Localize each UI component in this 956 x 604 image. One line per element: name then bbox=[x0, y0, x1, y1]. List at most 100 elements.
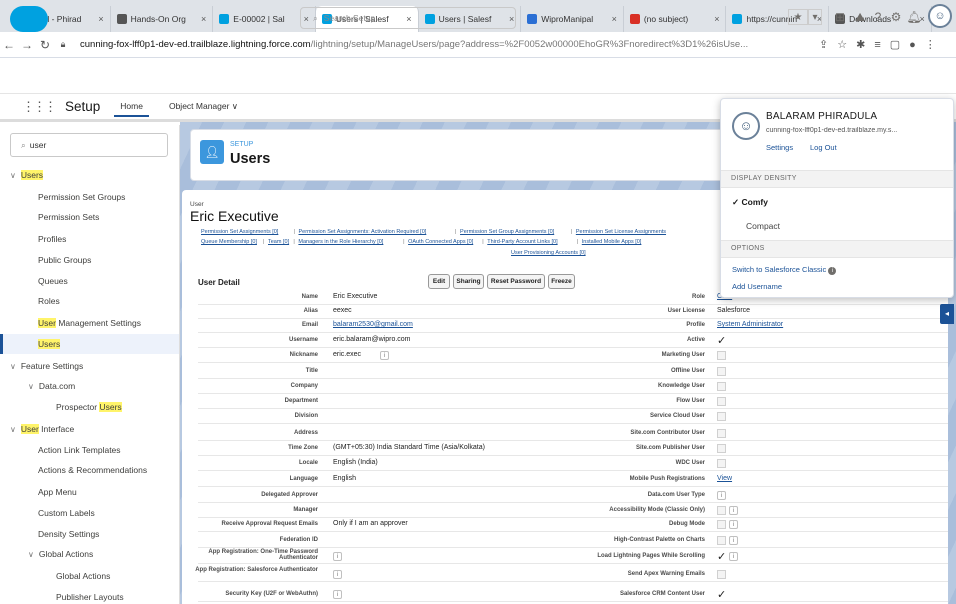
related-link[interactable]: Permission Set Assignments [0] bbox=[201, 229, 278, 235]
browser-tab[interactable]: (no subject) × bbox=[624, 6, 727, 32]
sidebar-item[interactable]: ∨ Users bbox=[10, 170, 44, 180]
sidebar-item-label: Custom Labels bbox=[38, 508, 95, 518]
user-avatar-button[interactable]: ☺ bbox=[928, 4, 952, 28]
density-compact-option[interactable]: Compact bbox=[746, 221, 780, 231]
reload-icon[interactable]: ↻ bbox=[36, 38, 54, 52]
favorites-star-icon[interactable]: ★ bbox=[788, 9, 808, 25]
close-icon[interactable]: × bbox=[714, 14, 719, 24]
related-link[interactable]: Permission Set License Assignments bbox=[576, 229, 666, 235]
search-setup-input[interactable]: ⌕ Search Setup bbox=[300, 7, 516, 29]
info-icon[interactable]: i bbox=[333, 570, 342, 579]
tab-home[interactable]: Home bbox=[114, 97, 149, 117]
sidebar-item[interactable]: Permission Sets bbox=[38, 212, 99, 222]
tab-title: WiproManipal bbox=[541, 14, 594, 24]
sidebar-item[interactable]: Users bbox=[38, 339, 61, 349]
sidebar-item[interactable]: Queues bbox=[38, 276, 68, 286]
sidebar-item[interactable]: Public Groups bbox=[38, 255, 91, 265]
field-label: Site.com Contributor User bbox=[630, 430, 705, 436]
field-value: English (India) bbox=[333, 459, 378, 466]
sidebar-item[interactable]: Publisher Layouts bbox=[56, 592, 124, 602]
logout-link[interactable]: Log Out bbox=[810, 143, 837, 152]
sidebar-item[interactable]: Permission Set Groups bbox=[38, 192, 125, 202]
related-link[interactable]: Queue Membership [0] bbox=[201, 239, 257, 245]
window-icon[interactable]: ▢ bbox=[890, 38, 900, 51]
utility-panel-toggle[interactable]: ◂ bbox=[940, 304, 954, 324]
sidebar-item[interactable]: Prospector Users bbox=[56, 402, 122, 412]
extension-icon[interactable]: ✱ bbox=[856, 38, 865, 51]
sidebar-item[interactable]: ∨ Global Actions bbox=[28, 549, 93, 559]
sidebar-item[interactable]: Action Link Templates bbox=[38, 445, 121, 455]
share-icon[interactable]: ⇪ bbox=[819, 38, 828, 51]
info-icon[interactable]: i bbox=[380, 351, 389, 360]
chevron-down-icon[interactable]: ∨ bbox=[10, 171, 16, 180]
add-icon[interactable]: ⊞ bbox=[832, 9, 848, 25]
related-link[interactable]: Team [0] bbox=[268, 239, 289, 245]
sidebar-item[interactable]: Custom Labels bbox=[38, 508, 95, 518]
browser-tab[interactable]: WiproManipal × bbox=[521, 6, 624, 32]
field-value[interactable]: System Administrator bbox=[717, 321, 783, 328]
back-icon[interactable]: ← bbox=[0, 38, 18, 52]
field-value[interactable]: View bbox=[717, 475, 732, 482]
info-icon[interactable]: i bbox=[717, 491, 726, 500]
edit-button[interactable]: Edit bbox=[428, 274, 450, 289]
field-label: Receive Approval Request Emails bbox=[221, 521, 318, 527]
trailhead-icon[interactable]: ⛰︎ bbox=[852, 9, 868, 25]
lock-icon: 🔒︎ bbox=[60, 39, 66, 49]
related-link[interactable]: Managers in the Role Hierarchy [0] bbox=[298, 239, 383, 245]
chevron-down-icon[interactable]: ∨ bbox=[28, 550, 34, 559]
app-launcher-icon[interactable]: ⋮⋮⋮ bbox=[22, 99, 57, 115]
add-username-link[interactable]: Add Username bbox=[732, 282, 782, 291]
tab-object-manager[interactable]: Object Manager ∨ bbox=[163, 97, 244, 116]
salesforce-logo-icon[interactable] bbox=[10, 6, 48, 32]
related-link[interactable]: Third-Party Account Links [0] bbox=[487, 239, 557, 245]
forward-icon[interactable]: → bbox=[18, 38, 36, 52]
sidebar-item[interactable]: User Management Settings bbox=[38, 318, 141, 328]
sidebar-item[interactable]: ∨ Data.com bbox=[28, 381, 75, 391]
density-comfy-option[interactable]: ✓ Comfy bbox=[732, 197, 768, 208]
chevron-down-icon[interactable]: ∨ bbox=[10, 362, 16, 371]
related-link[interactable]: Permission Set Assignments: Activation R… bbox=[299, 229, 427, 235]
related-link[interactable]: Installed Mobile Apps [0] bbox=[582, 239, 642, 245]
browser-tab[interactable]: Hands-On Org × bbox=[111, 6, 214, 32]
bell-icon[interactable]: 🔔︎ bbox=[906, 9, 922, 25]
related-link[interactable]: Permission Set Group Assignments [0] bbox=[460, 229, 554, 235]
sidebar-item[interactable]: ∨ User Interface bbox=[10, 424, 74, 434]
info-icon[interactable]: i bbox=[333, 590, 342, 599]
quick-find-input[interactable]: ⌕ user bbox=[10, 133, 168, 157]
sidebar-item[interactable]: Actions & Recommendations bbox=[38, 465, 147, 475]
related-link[interactable]: User Provisioning Accounts [0] bbox=[511, 250, 586, 256]
favorites-list-icon[interactable]: ▾ bbox=[808, 9, 822, 25]
settings-link[interactable]: Settings bbox=[766, 143, 793, 152]
info-icon[interactable]: i bbox=[729, 506, 738, 515]
sidebar-item[interactable]: ∨ Feature Settings bbox=[10, 361, 83, 371]
chevron-down-icon[interactable]: ∨ bbox=[10, 425, 16, 434]
reset-password-button[interactable]: Reset Password bbox=[487, 274, 545, 289]
more-icon[interactable]: ⋮ bbox=[925, 38, 936, 51]
sidebar-item[interactable]: Roles bbox=[38, 296, 60, 306]
info-icon[interactable]: i bbox=[729, 552, 738, 561]
info-icon[interactable]: i bbox=[729, 520, 738, 529]
close-icon[interactable]: × bbox=[98, 14, 103, 24]
info-icon[interactable]: i bbox=[333, 552, 342, 561]
switch-to-classic-link[interactable]: Switch to Salesforce Classic i bbox=[732, 265, 837, 275]
sidebar-item[interactable]: Density Settings bbox=[38, 529, 99, 539]
sharing-button[interactable]: Sharing bbox=[453, 274, 484, 289]
profile-icon[interactable]: ● bbox=[909, 39, 916, 51]
related-link[interactable]: OAuth Connected Apps [0] bbox=[408, 239, 473, 245]
info-icon[interactable]: i bbox=[729, 536, 738, 545]
help-icon[interactable]: ? bbox=[870, 9, 886, 25]
gear-icon[interactable]: ⚙︎ bbox=[888, 9, 904, 25]
freeze-button[interactable]: Freeze bbox=[548, 274, 575, 289]
sidebar-item[interactable]: App Menu bbox=[38, 487, 77, 497]
sidebar-item[interactable]: Global Actions bbox=[56, 571, 110, 581]
chevron-down-icon[interactable]: ∨ bbox=[28, 382, 34, 391]
list-icon[interactable]: ≡ bbox=[874, 39, 880, 51]
url-field[interactable]: cunning-fox-lff0p1-dev-ed.trailblaze.lig… bbox=[80, 39, 810, 50]
close-icon[interactable]: × bbox=[201, 14, 206, 24]
field-label: Delegated Approver bbox=[261, 492, 318, 498]
sidebar-item[interactable]: Profiles bbox=[38, 234, 66, 244]
star-icon[interactable]: ☆ bbox=[837, 38, 847, 51]
close-icon[interactable]: × bbox=[612, 14, 617, 24]
sidebar-item-highlight: User bbox=[20, 424, 39, 434]
field-value[interactable]: balaram2530@gmail.com bbox=[333, 321, 413, 328]
